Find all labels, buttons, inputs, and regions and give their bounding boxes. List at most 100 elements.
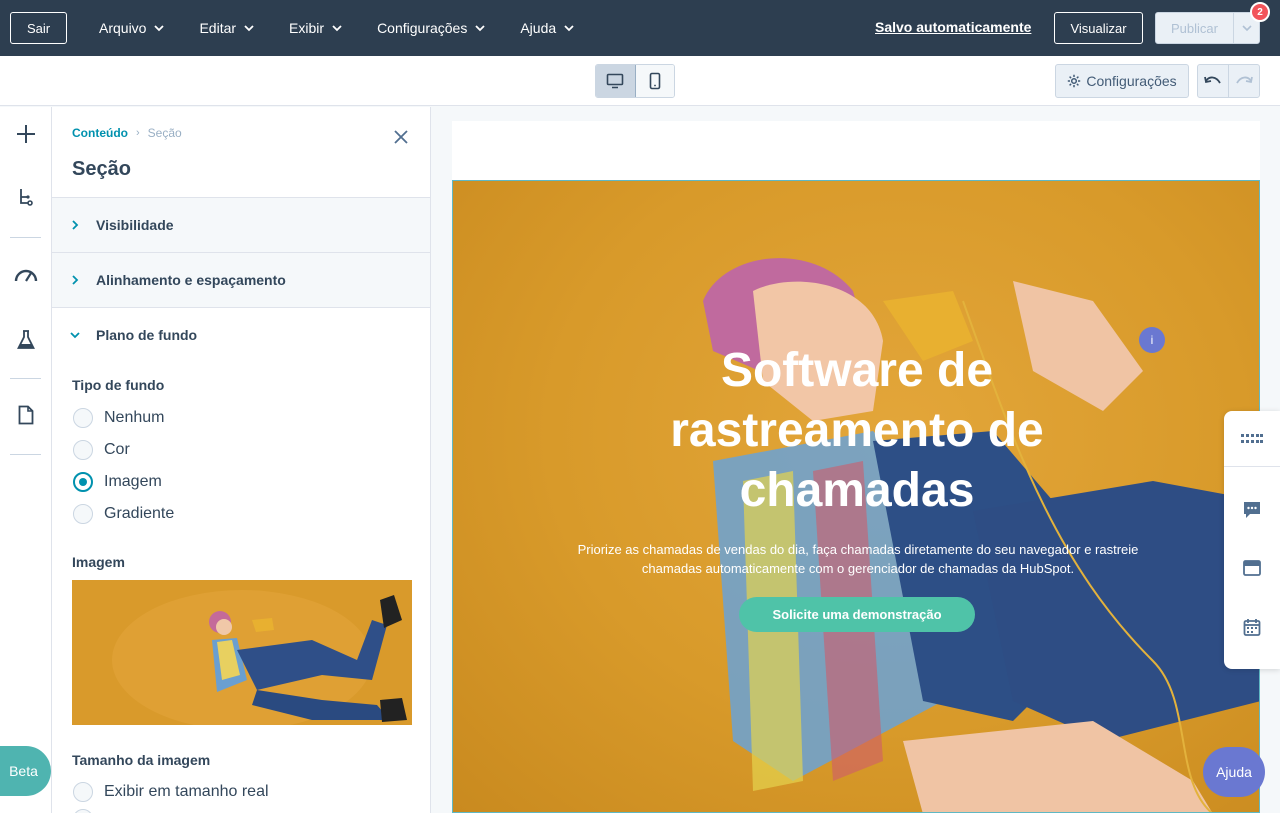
menu-arquivo[interactable]: Arquivo <box>99 20 165 36</box>
help-button[interactable]: Ajuda <box>1203 747 1265 797</box>
menu-exibir[interactable]: Exibir <box>289 20 342 36</box>
radio-gradient[interactable]: Gradiente <box>73 504 174 524</box>
gauge-icon[interactable] <box>13 262 39 288</box>
gear-icon <box>1068 74 1081 88</box>
editor-canvas: i Software de rastreamento de chamadas P… <box>432 107 1280 813</box>
breadcrumb-separator-icon: › <box>136 127 140 139</box>
close-icon[interactable] <box>391 127 411 147</box>
add-icon[interactable] <box>13 121 39 147</box>
radio-label: Imagem <box>104 473 162 490</box>
image-label: Imagem <box>72 554 125 570</box>
request-demo-button[interactable]: Solicite uma demonstração <box>739 597 975 632</box>
redo-button[interactable] <box>1229 65 1259 97</box>
calendar-icon[interactable] <box>1224 607 1280 647</box>
section-settings-panel: Conteúdo › Seção Seção Visibilidade Alin… <box>52 107 431 813</box>
menu-ajuda[interactable]: Ajuda <box>520 20 574 36</box>
flask-icon[interactable] <box>13 327 39 353</box>
mobile-icon <box>649 72 661 90</box>
floating-widget-rail <box>1224 411 1280 669</box>
rail-divider <box>10 237 41 238</box>
radio-label: Exibir em tamanho real <box>104 783 269 800</box>
redo-icon <box>1236 76 1253 84</box>
browser-window-icon[interactable] <box>1224 548 1280 588</box>
radio-label: Cor <box>104 441 130 458</box>
radio-circle <box>73 782 93 802</box>
radio-image[interactable]: Imagem <box>73 472 162 492</box>
menu-label: Ajuda <box>520 20 557 36</box>
radio-circle <box>73 504 93 524</box>
grid-icon[interactable] <box>1224 419 1280 459</box>
radio-full-size[interactable]: Exibir em tamanho real <box>73 782 269 802</box>
settings-button[interactable]: Configurações <box>1055 64 1189 98</box>
accordion-label: Alinhamento e espaçamento <box>96 272 286 288</box>
page-icon[interactable] <box>13 402 39 428</box>
radio-circle <box>73 809 93 813</box>
chevron-down-icon <box>564 25 574 32</box>
chevron-down-icon <box>154 25 165 32</box>
beta-button[interactable]: Beta <box>0 746 51 796</box>
rail-divider <box>10 378 41 379</box>
accordion-label: Plano de fundo <box>96 327 198 343</box>
accordion-label: Visibilidade <box>96 217 174 233</box>
menu-label: Configurações <box>377 20 468 36</box>
accordion-visibility[interactable]: Visibilidade <box>52 197 430 252</box>
publish-button-group: Publicar <box>1155 12 1260 44</box>
editor-toolbar: Configurações <box>0 56 1280 106</box>
notification-badge: 2 <box>1250 2 1270 22</box>
background-type-label: Tipo de fundo <box>72 377 165 393</box>
tree-structure-icon[interactable] <box>13 185 39 211</box>
undo-redo-group <box>1197 64 1260 98</box>
hero-section[interactable]: i Software de rastreamento de chamadas P… <box>452 180 1260 813</box>
preview-button[interactable]: Visualizar <box>1054 12 1143 44</box>
exit-button[interactable]: Sair <box>10 12 67 44</box>
panel-title: Seção <box>72 158 131 180</box>
info-icon[interactable]: i <box>1139 327 1165 353</box>
rail-divider <box>10 454 41 455</box>
chevron-down-icon <box>70 332 80 339</box>
chat-icon[interactable] <box>1224 490 1280 530</box>
radio-none[interactable]: Nenhum <box>73 408 164 428</box>
undo-button[interactable] <box>1198 65 1229 97</box>
hero-title[interactable]: Software de rastreamento de chamadas <box>607 341 1107 521</box>
publish-button[interactable]: Publicar <box>1156 13 1234 43</box>
desktop-view-button[interactable] <box>596 65 636 97</box>
accordion-alignment-spacing[interactable]: Alinhamento e espaçamento <box>52 252 430 307</box>
menu-configuracoes[interactable]: Configurações <box>377 20 485 36</box>
menu-editar[interactable]: Editar <box>199 20 254 36</box>
menu-label: Exibir <box>289 20 325 36</box>
breadcrumb: Conteúdo › Seção <box>72 126 182 140</box>
chevron-right-icon <box>72 220 79 230</box>
page-preview: i Software de rastreamento de chamadas P… <box>452 121 1260 813</box>
hero-subtitle[interactable]: Priorize as chamadas de vendas do dia, f… <box>563 540 1153 578</box>
device-toggle <box>595 64 675 98</box>
menu-label: Editar <box>199 20 237 36</box>
menu-label: Arquivo <box>99 20 147 36</box>
chevron-right-icon <box>72 275 79 285</box>
radio-circle <box>73 408 93 428</box>
chevron-down-icon <box>332 25 342 32</box>
chevron-down-icon <box>1241 25 1252 32</box>
undo-icon <box>1204 76 1221 84</box>
desktop-icon <box>606 73 624 89</box>
widget-divider <box>1224 466 1280 467</box>
radio-next-option[interactable] <box>73 809 93 813</box>
radio-label: Gradiente <box>104 505 175 522</box>
background-image-thumbnail[interactable] <box>72 580 412 725</box>
breadcrumb-link-content[interactable]: Conteúdo <box>72 126 128 140</box>
chevron-down-icon <box>244 25 254 32</box>
radio-color[interactable]: Cor <box>73 440 130 460</box>
accordion-background[interactable]: Plano de fundo <box>52 307 430 362</box>
radio-label: Nenhum <box>104 409 165 426</box>
breadcrumb-current: Seção <box>147 126 182 140</box>
settings-button-label: Configurações <box>1086 73 1177 89</box>
chevron-down-icon <box>475 25 485 32</box>
autosave-link[interactable]: Salvo automaticamente <box>875 19 1031 35</box>
image-preview <box>72 580 412 725</box>
mobile-view-button[interactable] <box>635 65 674 97</box>
radio-circle-checked <box>73 472 93 492</box>
left-icon-rail <box>0 107 52 813</box>
image-size-label: Tamanho da imagem <box>72 752 211 768</box>
radio-circle <box>73 440 93 460</box>
main-menu: Arquivo Editar Exibir Configurações Ajud… <box>99 0 609 56</box>
top-navigation-bar: Sair Arquivo Editar Exibir Configurações… <box>0 0 1280 56</box>
